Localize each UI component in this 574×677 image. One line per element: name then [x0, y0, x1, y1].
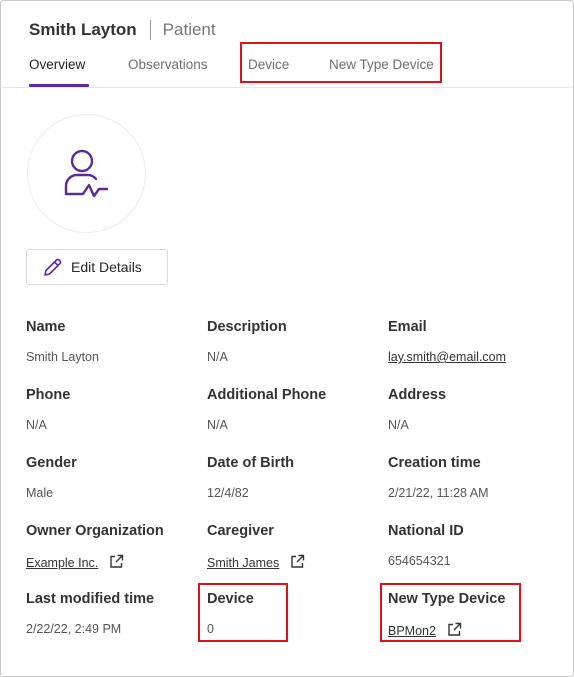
field-value: 0 — [207, 622, 214, 636]
field-caregiver: Caregiver Smith James — [207, 523, 382, 570]
field-creation-time: Creation time 2/21/22, 11:28 AM — [388, 455, 563, 500]
field-label: Gender — [26, 455, 77, 471]
field-value: N/A — [207, 350, 228, 364]
entity-type: Patient — [162, 20, 216, 39]
field-label: Phone — [26, 387, 71, 403]
field-label: Last modified time — [26, 591, 155, 607]
edit-details-button[interactable]: Edit Details — [26, 249, 168, 285]
pencil-icon — [44, 258, 62, 276]
external-link-icon[interactable] — [447, 622, 462, 640]
field-value: 654654321 — [388, 554, 451, 568]
patient-icon — [64, 149, 108, 197]
field-label: Date of Birth — [207, 455, 294, 471]
field-name: Name Smith Layton — [26, 319, 201, 364]
title-separator — [149, 20, 151, 40]
field-label: Device — [207, 591, 254, 607]
field-label: Email — [388, 319, 427, 335]
tab-overview[interactable]: Overview — [29, 57, 85, 72]
owner-organization-link[interactable]: Example Inc. — [26, 556, 98, 570]
field-value: 2/22/22, 2:49 PM — [26, 622, 122, 636]
caregiver-link[interactable]: Smith James — [207, 556, 279, 570]
field-label: New Type Device — [388, 591, 506, 607]
external-link-icon[interactable] — [290, 554, 305, 572]
patient-name: Smith Layton — [29, 20, 137, 39]
field-label: Owner Organization — [26, 523, 164, 539]
field-label: Description — [207, 319, 287, 335]
field-address: Address N/A — [388, 387, 563, 432]
field-label: Address — [388, 387, 447, 403]
field-date-of-birth: Date of Birth 12/4/82 — [207, 455, 382, 500]
field-last-modified-time: Last modified time 2/22/22, 2:49 PM — [26, 591, 201, 636]
field-value: N/A — [207, 418, 228, 432]
field-new-type-device: New Type Device BPMon2 — [388, 591, 563, 638]
field-label: Creation time — [388, 455, 481, 471]
field-label: Additional Phone — [207, 387, 327, 403]
edit-details-label: Edit Details — [71, 259, 142, 275]
field-value: 2/21/22, 11:28 AM — [388, 486, 489, 500]
field-device: Device 0 — [207, 591, 382, 636]
field-label: Caregiver — [207, 523, 274, 539]
field-additional-phone: Additional Phone N/A — [207, 387, 382, 432]
field-gender: Gender Male — [26, 455, 201, 500]
new-type-device-link[interactable]: BPMon2 — [388, 624, 436, 638]
field-value-wrap: Example Inc. — [26, 554, 124, 572]
field-phone: Phone N/A — [26, 387, 201, 432]
tab-observations[interactable]: Observations — [128, 57, 208, 72]
field-national-id: National ID 654654321 — [388, 523, 563, 568]
field-label: Name — [26, 319, 66, 335]
field-value: Smith Layton — [26, 350, 99, 364]
tab-device[interactable]: Device — [248, 57, 289, 72]
field-value: N/A — [26, 418, 47, 432]
field-value: Male — [26, 486, 54, 500]
patient-panel: Smith Layton Patient Overview Observatio… — [0, 0, 574, 677]
avatar — [27, 114, 146, 233]
field-email: Email lay.smith@email.com — [388, 319, 563, 364]
email-link[interactable]: lay.smith@email.com — [388, 350, 506, 364]
tabs-divider — [2, 87, 574, 88]
page-header: Smith Layton Patient — [29, 20, 216, 40]
tab-new-type-device[interactable]: New Type Device — [329, 57, 434, 72]
field-value-wrap: Smith James — [207, 554, 305, 572]
field-owner-organization: Owner Organization Example Inc. — [26, 523, 201, 570]
external-link-icon[interactable] — [109, 554, 124, 572]
field-value: 12/4/82 — [207, 486, 249, 500]
field-description: Description N/A — [207, 319, 382, 364]
field-value-wrap: lay.smith@email.com — [388, 350, 506, 364]
field-label: National ID — [388, 523, 464, 539]
field-value: N/A — [388, 418, 409, 432]
field-value-wrap: BPMon2 — [388, 622, 462, 640]
